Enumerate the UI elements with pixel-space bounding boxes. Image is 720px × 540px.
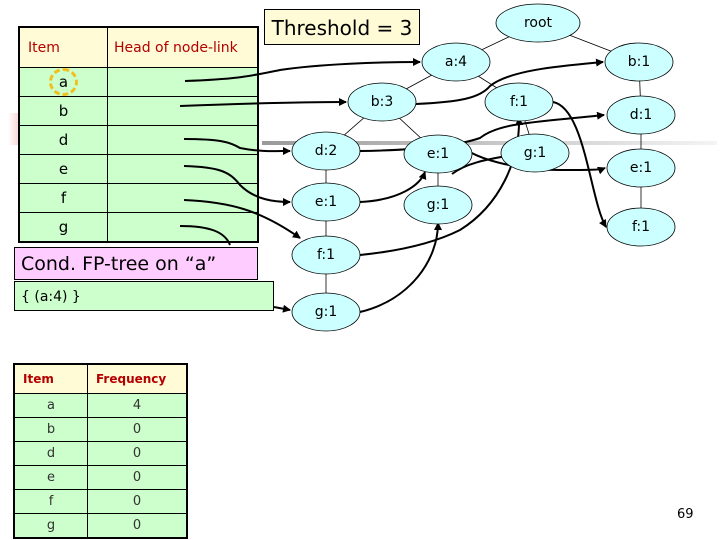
node-label: a:4 [445,54,467,70]
tree-node: b:3 [347,82,417,122]
tree-node: b:1 [604,42,674,82]
tree-node: f:1 [606,207,676,247]
tree-node: f:1 [291,235,361,275]
node-label: f:1 [632,219,650,235]
node-label: e:1 [630,160,652,176]
node-label: d:2 [315,143,338,159]
tree-node: g:1 [500,133,570,173]
tree-node: e:1 [403,134,473,174]
node-label: f:1 [510,94,528,110]
tree-nodes: root a:4 b:1 b:3 f:1 d:1 d:2 e:1 g:1 e:1 e:1 g:1 f:1… [291,3,676,332]
tree-node: d:2 [291,131,361,171]
node-label: e:1 [315,194,337,210]
node-link-arrow [359,222,442,313]
fp-tree-diagram: root a:4 b:1 b:3 f:1 d:1 d:2 e:1 g:1 e:1 e:1 g:1 f:1… [179,3,676,332]
node-label: root [524,15,553,31]
page-number: 69 [677,507,694,522]
tree-node: a:4 [421,42,491,82]
node-label: b:3 [371,94,394,110]
node-link-arrow [179,225,231,246]
node-label: e:1 [427,146,449,162]
tree-node: e:1 [606,148,676,188]
node-label: f:1 [317,247,335,263]
node-link-arrow [183,165,291,206]
node-label: b:1 [628,54,651,70]
tree-node: f:1 [484,82,554,122]
node-link-arrow [183,199,301,239]
node-label: g:1 [427,197,450,213]
tree-node: root [495,3,581,43]
tree-node: g:1 [403,185,473,225]
node-link-arrow [273,304,291,313]
node-link-arrow [359,111,605,152]
node-link-arrow [183,138,291,156]
tree-node: e:1 [291,182,361,222]
tree-node: d:1 [606,95,676,135]
node-link-arrow [184,58,421,82]
node-label: g:1 [524,145,547,161]
node-label: d:1 [630,107,653,123]
node-label: g:1 [315,304,338,320]
tree-node: g:1 [291,292,361,332]
node-link-arrow [179,98,347,107]
